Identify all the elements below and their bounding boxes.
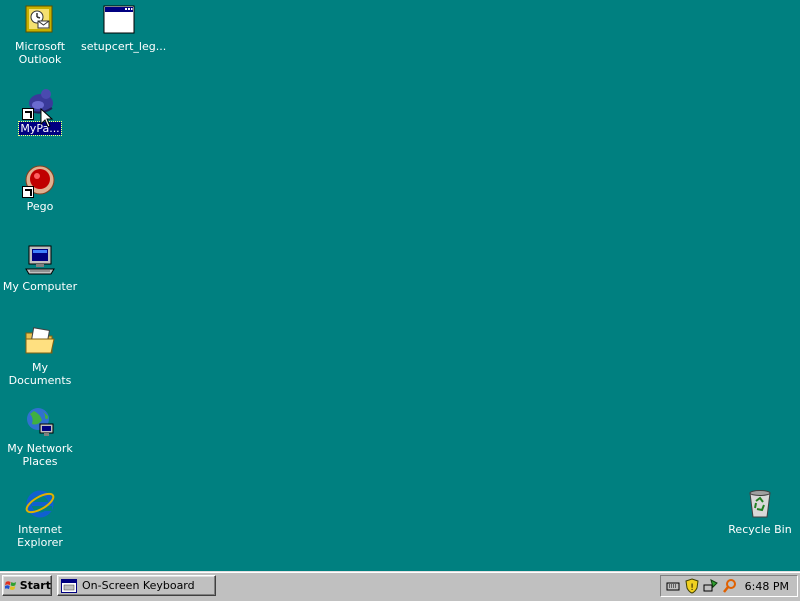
desktop-icon-label: MyPa... — [18, 121, 62, 136]
taskbar: Start On-Screen Keyboard ! 6:48 PM — [0, 571, 800, 601]
desktop-icon-label: Pego — [26, 200, 54, 213]
pego-icon — [22, 164, 56, 198]
outlook-icon — [24, 4, 56, 36]
desktop-icon-mypal[interactable]: MyPa... — [1, 86, 79, 136]
desktop[interactable]: Microsoft Outlook setupcert_leg... MyPa.… — [0, 0, 800, 571]
search-tray-icon[interactable] — [722, 578, 738, 594]
desktop-icon-label: My Network Places — [7, 442, 73, 468]
desktop-icon-label: Microsoft Outlook — [14, 40, 66, 66]
desktop-icon-label: My Documents — [8, 361, 72, 387]
desktop-icon-setupcert[interactable]: setupcert_leg... — [80, 4, 166, 53]
desktop-icon-pego[interactable]: Pego — [1, 164, 79, 213]
taskbar-button-on-screen-keyboard[interactable]: On-Screen Keyboard — [57, 575, 216, 596]
start-button[interactable]: Start — [2, 575, 52, 596]
internet-explorer-icon — [24, 487, 56, 519]
shortcut-arrow-icon — [22, 108, 34, 120]
application-window-icon — [103, 4, 135, 36]
folder-documents-icon — [24, 325, 56, 357]
desktop-icon-recycle-bin[interactable]: Recycle Bin — [721, 487, 799, 536]
desktop-icon-internet-explorer[interactable]: Internet Explorer — [1, 487, 79, 549]
start-label: Start — [19, 579, 51, 592]
svg-text:!: ! — [690, 583, 694, 593]
keyboard-tray-icon[interactable] — [665, 578, 681, 594]
desktop-icon-label: Internet Explorer — [17, 523, 63, 549]
desktop-icon-label: My Computer — [2, 280, 78, 293]
shortcut-arrow-icon — [22, 186, 34, 198]
desktop-icon-label: Recycle Bin — [728, 523, 792, 536]
mypal-icon — [22, 86, 56, 120]
clock[interactable]: 6:48 PM — [745, 580, 789, 593]
keyboard-window-icon — [61, 578, 77, 593]
security-shield-icon[interactable]: ! — [684, 578, 700, 594]
desktop-icon-outlook[interactable]: Microsoft Outlook — [1, 4, 79, 66]
computer-icon — [24, 244, 56, 276]
network-places-icon — [24, 406, 56, 438]
windows-logo-icon — [5, 580, 17, 590]
desktop-icon-my-documents[interactable]: My Documents — [1, 325, 79, 387]
system-tray: ! 6:48 PM — [660, 575, 798, 597]
network-tray-icon[interactable] — [703, 578, 719, 594]
recycle-bin-icon — [744, 487, 776, 519]
desktop-icon-my-network-places[interactable]: My Network Places — [1, 406, 79, 468]
desktop-icon-label: setupcert_leg... — [81, 40, 167, 53]
desktop-icon-my-computer[interactable]: My Computer — [1, 244, 79, 293]
taskbar-button-label: On-Screen Keyboard — [82, 579, 195, 592]
